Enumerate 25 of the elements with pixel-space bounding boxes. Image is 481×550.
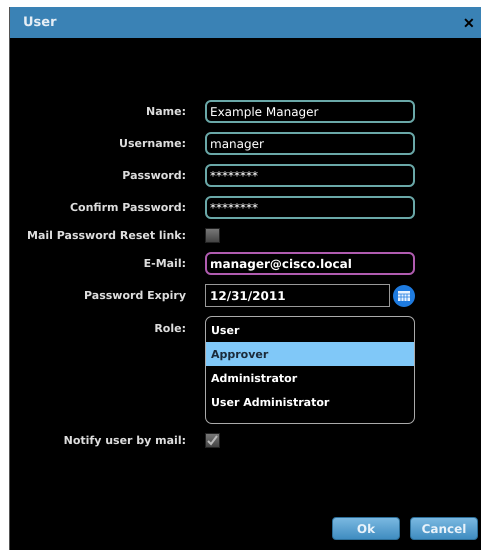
calendar-icon[interactable]: [393, 284, 415, 306]
list-option[interactable]: User Administrator: [206, 390, 414, 414]
list-option[interactable]: Approver: [206, 342, 414, 366]
text-field[interactable]: manager@cisco.local: [205, 252, 415, 275]
checkbox[interactable]: [205, 228, 220, 243]
text-field[interactable]: manager: [205, 132, 415, 155]
field-label: Name:: [145, 105, 186, 118]
text-field[interactable]: ********: [205, 164, 415, 187]
checkbox[interactable]: [205, 433, 220, 448]
field-label: Notify user by mail:: [62, 434, 186, 447]
list-option[interactable]: User: [206, 318, 414, 342]
field-label: Role:: [153, 321, 186, 335]
date-field[interactable]: 12/31/2011: [205, 284, 390, 307]
close-button[interactable]: ✕: [461, 14, 477, 30]
text-field[interactable]: ********: [205, 196, 415, 219]
text-field[interactable]: Example Manager: [205, 100, 415, 123]
field-label: Username:: [118, 137, 186, 150]
window-title: User: [23, 15, 57, 30]
field-label: Confirm Password:: [68, 201, 186, 214]
role-listbox[interactable]: User Approver Administrator User Administrator: [205, 316, 415, 424]
field-label: Password:: [121, 169, 186, 182]
field-label: Mail Password Reset link:: [26, 229, 186, 242]
field-label: E-Mail:: [142, 257, 186, 270]
field-label: Password Expiry: [83, 289, 186, 302]
list-option[interactable]: Administrator: [206, 366, 414, 390]
